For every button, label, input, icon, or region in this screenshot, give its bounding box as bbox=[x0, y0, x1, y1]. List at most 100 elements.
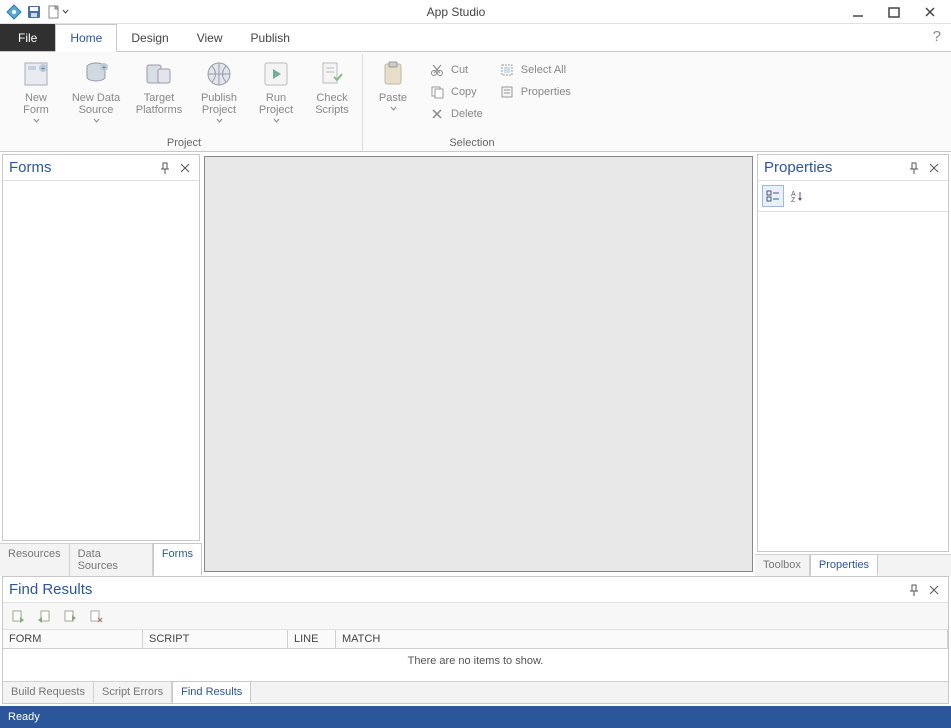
tab-resources[interactable]: Resources bbox=[0, 544, 70, 576]
app-icon bbox=[6, 4, 22, 20]
delete-button[interactable]: Delete bbox=[425, 104, 487, 124]
col-line[interactable]: LINE bbox=[288, 630, 336, 648]
close-button[interactable] bbox=[915, 1, 945, 23]
status-bar: Ready bbox=[0, 706, 951, 728]
maximize-button[interactable] bbox=[879, 1, 909, 23]
pin-button[interactable] bbox=[157, 160, 173, 176]
find-results-toolbar bbox=[3, 603, 948, 630]
button-label: Delete bbox=[451, 108, 483, 120]
forms-tree[interactable] bbox=[3, 181, 199, 540]
ribbon-tabs: File Home Design View Publish ? bbox=[0, 24, 951, 52]
tab-home[interactable]: Home bbox=[55, 24, 117, 52]
scissors-icon bbox=[429, 62, 445, 78]
tab-properties[interactable]: Properties bbox=[810, 554, 878, 576]
tab-design[interactable]: Design bbox=[117, 24, 182, 51]
save-button[interactable] bbox=[26, 4, 42, 20]
group-label: Project bbox=[167, 135, 201, 151]
cut-button[interactable]: Cut bbox=[425, 60, 487, 80]
target-platforms-button[interactable]: Target Platforms bbox=[132, 56, 186, 116]
help-button[interactable]: ? bbox=[933, 28, 941, 45]
tab-forms[interactable]: Forms bbox=[153, 543, 202, 576]
button-label: Cut bbox=[451, 64, 468, 76]
run-project-button[interactable]: Run Project bbox=[252, 56, 300, 123]
button-label: Copy bbox=[451, 86, 477, 98]
minimize-button[interactable] bbox=[843, 1, 873, 23]
globe-icon bbox=[203, 58, 235, 90]
button-label: Publish Project bbox=[201, 92, 237, 116]
check-scripts-button[interactable]: Check Scripts bbox=[308, 56, 356, 116]
goto-result-button[interactable] bbox=[9, 607, 27, 625]
properties-grid[interactable] bbox=[758, 212, 948, 551]
empty-message: There are no items to show. bbox=[3, 649, 948, 673]
close-panel-button[interactable] bbox=[926, 582, 942, 598]
select-all-icon bbox=[499, 62, 515, 78]
tab-file[interactable]: File bbox=[0, 24, 55, 51]
button-label: New Form bbox=[23, 92, 49, 116]
tab-data-sources[interactable]: Data Sources bbox=[70, 544, 153, 576]
devices-icon bbox=[143, 58, 175, 90]
select-all-button[interactable]: Select All bbox=[495, 60, 575, 80]
categorized-view-button[interactable] bbox=[762, 185, 784, 207]
publish-project-button[interactable]: Publish Project bbox=[194, 56, 244, 123]
ribbon-group-clipboard: Paste Cut Copy Delete Select All Propert… bbox=[363, 54, 581, 151]
panel-header: Properties bbox=[758, 155, 948, 181]
button-label: Target Platforms bbox=[136, 92, 182, 116]
next-result-button[interactable] bbox=[61, 607, 79, 625]
alphabetical-view-button[interactable]: AZ bbox=[786, 185, 808, 207]
checklist-icon bbox=[316, 58, 348, 90]
new-data-source-button[interactable]: + New Data Source bbox=[68, 56, 124, 123]
panel-header: Forms bbox=[3, 155, 199, 181]
close-panel-button[interactable] bbox=[177, 160, 193, 176]
ribbon-group-project: + New Form + New Data Source Target Plat… bbox=[6, 54, 363, 151]
copy-button[interactable]: Copy bbox=[425, 82, 487, 102]
button-label: Select All bbox=[521, 64, 566, 76]
forms-panel-tabs: Resources Data Sources Forms bbox=[0, 543, 202, 576]
properties-panel: Properties AZ Toolbox Properties bbox=[755, 152, 951, 576]
close-panel-button[interactable] bbox=[926, 160, 942, 176]
prev-result-button[interactable] bbox=[35, 607, 53, 625]
workspace: Forms Resources Data Sources Forms Prope… bbox=[0, 152, 951, 576]
copy-icon bbox=[429, 84, 445, 100]
tab-build-requests[interactable]: Build Requests bbox=[3, 682, 94, 703]
tab-toolbox[interactable]: Toolbox bbox=[755, 555, 810, 576]
new-button[interactable] bbox=[46, 4, 69, 20]
chevron-down-icon bbox=[273, 118, 280, 123]
tab-publish[interactable]: Publish bbox=[237, 24, 304, 51]
col-form[interactable]: FORM bbox=[3, 630, 143, 648]
find-results-tabs: Build Requests Script Errors Find Result… bbox=[3, 681, 948, 703]
button-label: Run Project bbox=[259, 92, 293, 116]
pin-button[interactable] bbox=[906, 160, 922, 176]
tab-view[interactable]: View bbox=[183, 24, 237, 51]
button-label: Check Scripts bbox=[315, 92, 349, 116]
tab-script-errors[interactable]: Script Errors bbox=[94, 682, 172, 703]
properties-toolbar: AZ bbox=[758, 181, 948, 212]
play-icon bbox=[260, 58, 292, 90]
col-script[interactable]: SCRIPT bbox=[143, 630, 288, 648]
forms-panel: Forms Resources Data Sources Forms bbox=[0, 152, 202, 576]
find-results-panel: Find Results FORM SCRIPT LINE MATCH Ther… bbox=[2, 576, 949, 704]
database-icon: + bbox=[80, 58, 112, 90]
properties-button[interactable]: Properties bbox=[495, 82, 575, 102]
paste-button[interactable]: Paste bbox=[369, 56, 417, 111]
button-label: Properties bbox=[521, 86, 571, 98]
button-label: Paste bbox=[379, 92, 407, 104]
chevron-down-icon bbox=[216, 118, 223, 123]
panel-title: Properties bbox=[764, 159, 902, 176]
group-label: Selection bbox=[449, 135, 494, 151]
properties-icon bbox=[499, 84, 515, 100]
ribbon-body: + New Form + New Data Source Target Plat… bbox=[0, 52, 951, 152]
chevron-down-icon bbox=[390, 106, 397, 111]
panel-title: Find Results bbox=[9, 581, 902, 598]
tab-find-results[interactable]: Find Results bbox=[172, 681, 251, 703]
chevron-down-icon bbox=[93, 118, 100, 123]
properties-panel-tabs: Toolbox Properties bbox=[755, 554, 951, 576]
col-match[interactable]: MATCH bbox=[336, 630, 948, 648]
pin-button[interactable] bbox=[906, 582, 922, 598]
clear-results-button[interactable] bbox=[87, 607, 105, 625]
design-canvas[interactable] bbox=[204, 156, 753, 572]
dropdown-arrow-icon bbox=[62, 8, 69, 15]
delete-icon bbox=[429, 106, 445, 122]
panel-title: Forms bbox=[9, 159, 153, 176]
svg-text:Z: Z bbox=[791, 197, 796, 203]
new-form-button[interactable]: + New Form bbox=[12, 56, 60, 123]
